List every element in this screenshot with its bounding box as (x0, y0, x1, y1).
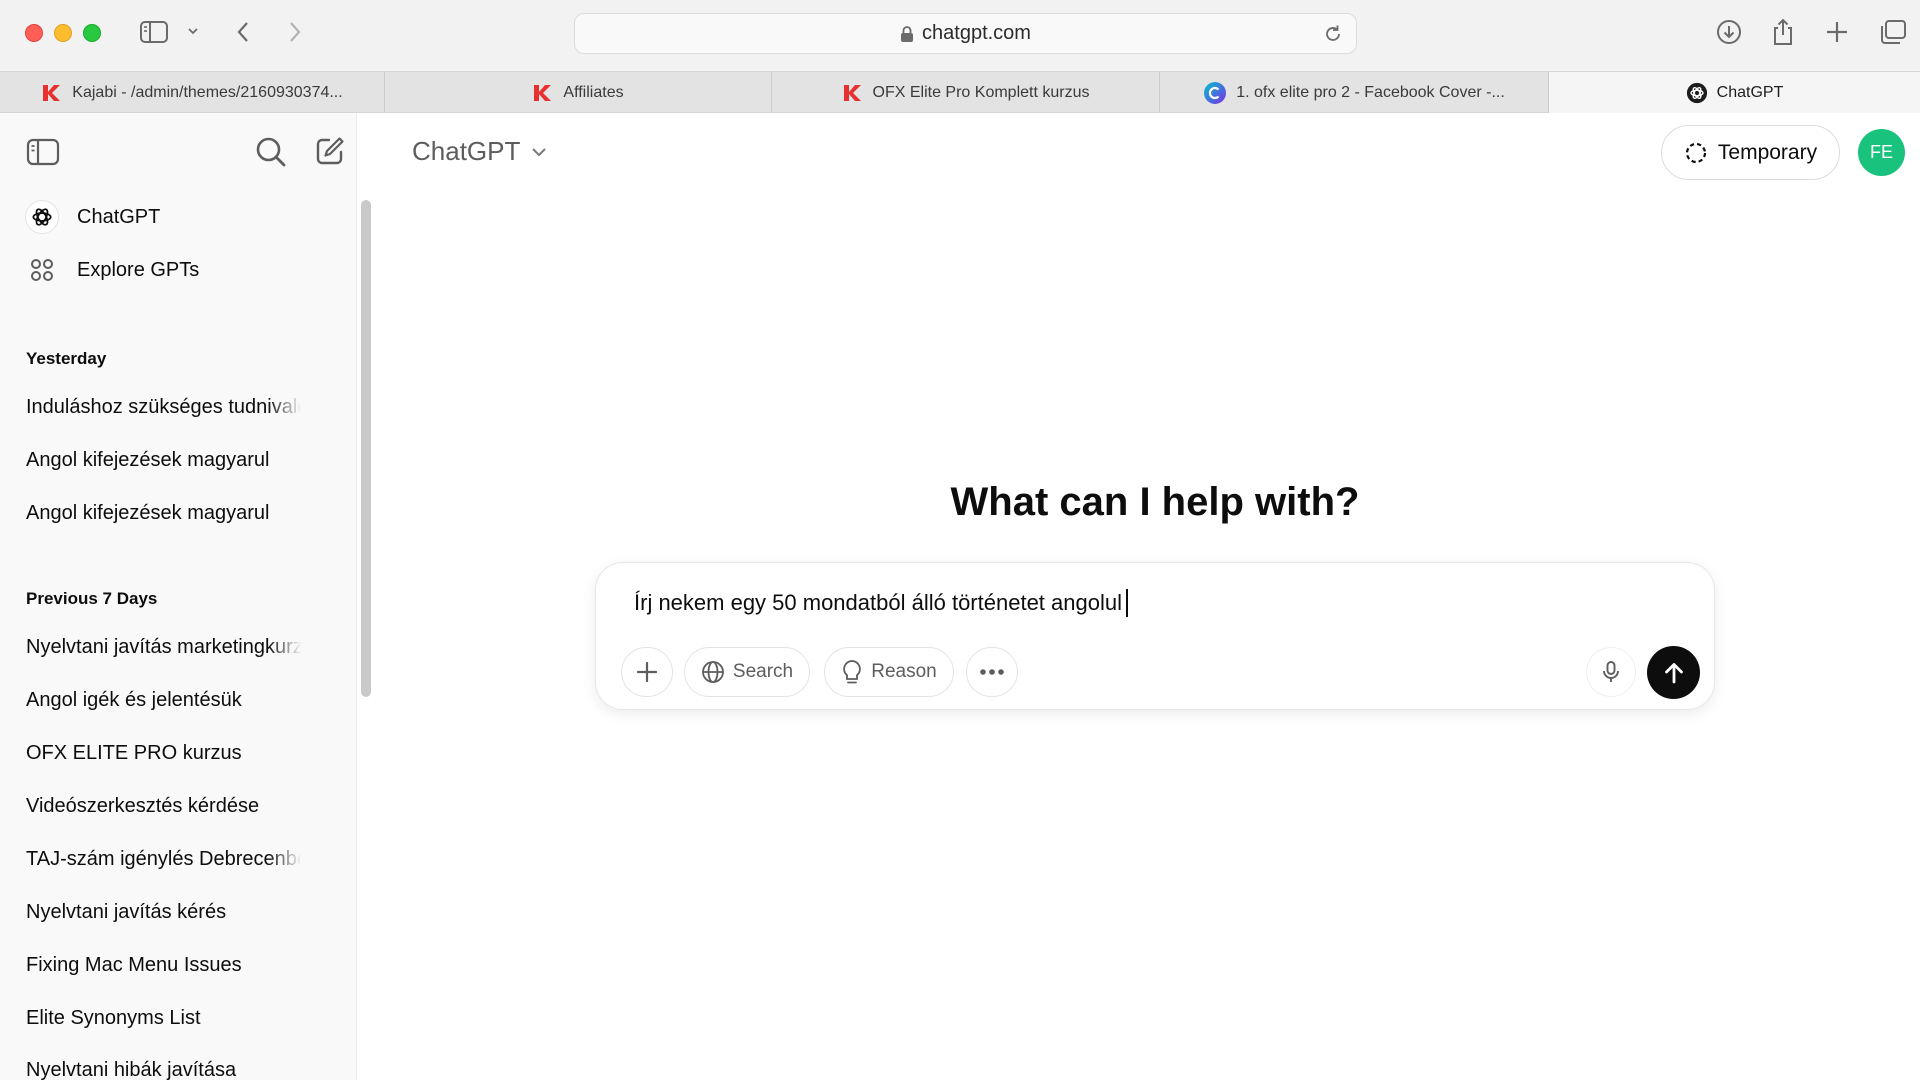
chat-history-item[interactable]: Angol kifejezések magyarul (26, 449, 301, 472)
canva-icon (1204, 81, 1227, 104)
lock-icon (901, 25, 914, 42)
chat-history-item[interactable]: Videószerkesztés kérdése (26, 795, 301, 818)
zoom-window-button[interactable] (83, 24, 101, 42)
model-title: ChatGPT (412, 136, 521, 166)
avatar[interactable]: FE (1858, 129, 1905, 176)
reload-icon[interactable] (1322, 23, 1344, 45)
tab-title: OFX Elite Pro Komplett kurzus (872, 83, 1090, 101)
prompt-input[interactable]: Írj nekem egy 50 mondatból álló történet… (634, 589, 1128, 617)
tab-title: ChatGPT (1716, 83, 1784, 101)
reason-button[interactable]: Reason (824, 647, 954, 697)
kajabi-icon (534, 84, 552, 101)
tab-title: 1. ofx elite pro 2 - Facebook Cover -... (1236, 83, 1505, 101)
downloads-icon[interactable] (1714, 14, 1744, 50)
sidebar-toggle-icon[interactable] (139, 14, 169, 50)
sidebar-scrollbar[interactable] (361, 200, 371, 697)
address-bar[interactable]: chatgpt.com (574, 13, 1357, 54)
chat-history-item[interactable]: Nyelvtani hibák javítása (26, 1059, 301, 1080)
close-sidebar-icon[interactable] (26, 137, 60, 167)
chevron-down-icon (530, 143, 548, 161)
forward-arrow-icon[interactable] (284, 14, 304, 50)
browser-tab-chatgpt[interactable]: ChatGPT (1549, 72, 1920, 113)
kajabi-icon (843, 84, 861, 101)
chat-history-item[interactable]: OFX ELITE PRO kurzus (26, 742, 301, 765)
reason-label: Reason (871, 661, 937, 682)
arrow-up-icon (1664, 662, 1683, 683)
grid-icon (25, 253, 59, 287)
openai-icon (1686, 82, 1707, 103)
search-icon[interactable] (254, 135, 288, 169)
sidebar-item-explore-gpts[interactable]: Explore GPTs (25, 253, 199, 287)
share-icon[interactable] (1770, 14, 1796, 50)
chat-history-item[interactable]: Angol kifejezések magyarul (26, 502, 301, 525)
new-chat-icon[interactable] (314, 135, 346, 167)
browser-tab-canva-cover[interactable]: 1. ofx elite pro 2 - Facebook Cover -... (1160, 72, 1549, 113)
model-selector[interactable]: ChatGPT (412, 136, 548, 167)
chat-history-item[interactable]: Elite Synonyms List (26, 1007, 301, 1030)
sidebar-item-label: ChatGPT (77, 205, 161, 228)
browser-tab-kajabi-themes[interactable]: Kajabi - /admin/themes/2160930374... (0, 72, 385, 113)
browser-toolbar: chatgpt.com (0, 0, 1920, 71)
chat-history-item[interactable]: Fixing Mac Menu Issues (26, 954, 301, 977)
more-tools-button[interactable] (966, 647, 1018, 697)
chat-sidebar: ChatGPT Explore GPTs Yesterday Indulásho… (0, 113, 357, 1080)
sidebar-item-chatgpt[interactable]: ChatGPT (25, 200, 160, 234)
browser-tab-ofx-course[interactable]: OFX Elite Pro Komplett kurzus (772, 72, 1160, 113)
message-composer: Írj nekem egy 50 mondatból álló történet… (595, 562, 1715, 710)
plus-icon (636, 661, 658, 683)
sidebar-item-label: Explore GPTs (77, 258, 200, 281)
globe-icon (701, 660, 725, 684)
page-title: What can I help with? (950, 480, 1360, 524)
back-arrow-icon[interactable] (234, 14, 254, 50)
openai-icon (25, 200, 59, 234)
tab-overview-icon[interactable] (1878, 14, 1908, 50)
section-heading-yesterday: Yesterday (26, 349, 107, 368)
chat-history-item[interactable]: Nyelvtani javítás kérés (26, 901, 301, 924)
attach-button[interactable] (621, 647, 673, 697)
browser-tab-affiliates[interactable]: Affiliates (385, 72, 772, 113)
new-tab-icon[interactable] (1824, 14, 1850, 50)
lightbulb-icon (841, 659, 863, 685)
chat-history-item[interactable]: Nyelvtani javítás marketingkurzus (26, 636, 301, 659)
more-horizontal-icon (980, 669, 1004, 675)
close-window-button[interactable] (25, 24, 43, 42)
kajabi-icon (43, 84, 61, 101)
text-caret (1125, 589, 1128, 617)
tab-bar: Kajabi - /admin/themes/2160930374... Aff… (0, 71, 1920, 113)
url-text: chatgpt.com (922, 22, 1031, 44)
tab-title: Kajabi - /admin/themes/2160930374... (72, 83, 343, 101)
microphone-icon (1603, 661, 1619, 682)
chevron-down-icon[interactable] (186, 14, 200, 50)
tab-title: Affiliates (563, 83, 624, 101)
temporary-chat-button[interactable]: Temporary (1661, 125, 1840, 180)
search-label: Search (732, 661, 794, 682)
send-button[interactable] (1647, 646, 1700, 699)
section-heading-previous-7-days: Previous 7 Days (26, 589, 158, 608)
temporary-label: Temporary (1717, 140, 1818, 164)
prompt-text: Írj nekem egy 50 mondatból álló történet… (634, 590, 1122, 615)
search-button[interactable]: Search (684, 647, 810, 697)
chat-history-item[interactable]: Induláshoz szükséges tudnivalók (26, 396, 301, 419)
minimize-window-button[interactable] (54, 24, 72, 42)
voice-input-button[interactable] (1586, 647, 1636, 697)
chat-history-item[interactable]: Angol igék és jelentésük (26, 689, 301, 712)
chat-history-item[interactable]: TAJ-szám igénylés Debrecenben (26, 848, 301, 871)
temporary-chat-icon (1684, 141, 1708, 165)
